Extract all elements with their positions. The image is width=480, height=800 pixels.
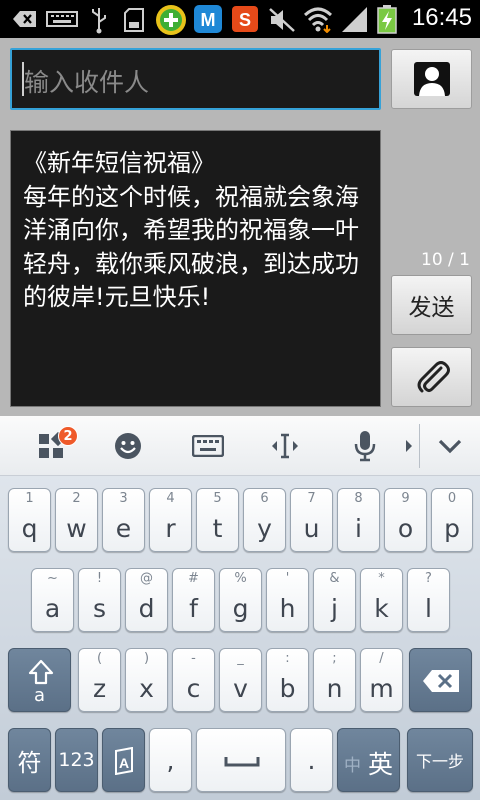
sd-card-icon [124,8,144,32]
status-bar: M S 16:45 [0,0,480,38]
shift-icon [28,659,54,685]
key-h[interactable]: ' h [266,568,309,632]
key-m[interactable]: / m [360,648,403,712]
voice-input-button[interactable] [340,416,390,476]
more-button[interactable] [402,416,416,476]
hide-keyboard-button[interactable] [428,416,472,476]
keyboard: 1q 2w 3e 4r 5t 6y 7u 8i 9o 0p ~ a ! s @ d #… [0,476,480,800]
mute-icon [269,8,295,32]
key-y[interactable]: 6y [243,488,286,552]
keyboard-icon [46,11,78,27]
key-w[interactable]: 2w [55,488,98,552]
key-l[interactable]: ? l [407,568,450,632]
microphone-icon [354,431,376,462]
key-j[interactable]: & j [313,568,356,632]
emoji-icon [115,433,141,459]
key-x[interactable]: ) x [125,648,168,712]
hide-keyboard-icon [438,439,462,454]
key-e[interactable]: 3e [102,488,145,552]
key-u[interactable]: 7u [290,488,333,552]
period-key[interactable]: . [290,728,333,792]
back-icon [13,11,36,27]
backspace-key[interactable] [409,648,472,712]
security-app-icon [156,5,186,35]
shift-key[interactable]: a [8,648,71,712]
m-app-icon: M [194,5,222,33]
apps-button[interactable]: 2 [24,416,78,476]
keyboard-switch-icon [192,435,224,457]
compose-area: 输入收件人 《新年短信祝福》 每年的这个时候，祝福就会象海洋涌向你，希望我的祝福… [0,38,480,416]
svg-text:A: A [119,755,129,771]
clock: 16:45 [411,4,472,31]
character-counter: 10 / 1 [421,250,470,270]
keyboard-switch-button[interactable] [182,416,234,476]
key-v[interactable]: _ v [219,648,262,712]
lang-chinese: 中 [344,756,361,776]
symbol-key[interactable]: 符 [8,728,51,792]
key-p[interactable]: 0p [431,488,473,552]
language-switch-key[interactable]: 中 英 [337,728,400,792]
message-input[interactable]: 《新年短信祝福》 每年的这个时候，祝福就会象海洋涌向你，希望我的祝福象一叶轻舟，… [10,130,381,407]
svg-text:S: S [239,10,251,30]
next-key[interactable]: 下一步 [407,728,473,792]
lang-english: 英 [368,750,394,779]
key-b[interactable]: :b [266,648,309,712]
key-g[interactable]: % g [219,568,262,632]
signal-icon [342,7,367,32]
recipient-placeholder: 输入收件人 [24,68,150,97]
number-key[interactable]: 123 [55,728,98,792]
s-app-icon: S [232,6,258,32]
contacts-button[interactable] [391,49,472,109]
space-key[interactable] [196,728,286,792]
key-i[interactable]: 8i [337,488,380,552]
svg-text:M: M [201,10,216,30]
key-r[interactable]: 4r [149,488,192,552]
message-text: 《新年短信祝福》 每年的这个时候，祝福就会象海洋涌向你，希望我的祝福象一叶轻舟，… [23,149,359,311]
comma-key[interactable]: , [149,728,192,792]
battery-charging-icon [377,5,397,34]
usb-icon [92,8,106,34]
wifi-icon [303,7,333,33]
contact-icon [414,62,450,96]
key-s[interactable]: ! s [78,568,121,632]
emoji-button[interactable] [104,416,152,476]
more-arrow-icon [406,440,412,452]
paperclip-icon [417,361,450,393]
keyboard-toolbar: 2 [0,416,480,476]
key-k[interactable]: * k [360,568,403,632]
key-d[interactable]: @ d [125,568,168,632]
input-method-key[interactable]: A [102,728,145,792]
cursor-icon [272,433,298,459]
toolbar-divider [419,424,420,468]
attach-button[interactable] [391,347,472,407]
key-o[interactable]: 9o [384,488,427,552]
cursor-button[interactable] [260,416,310,476]
key-n[interactable]: ; n [313,648,356,712]
recipient-input[interactable]: 输入收件人 [10,48,381,110]
key-f[interactable]: # f [172,568,215,632]
notification-badge: 2 [58,426,78,446]
input-method-icon: A [115,747,133,775]
key-a[interactable]: ~ a [31,568,74,632]
send-button[interactable]: 发送 [391,275,472,335]
key-z[interactable]: (z [78,648,121,712]
backspace-icon [423,670,459,692]
key-q[interactable]: 1q [8,488,51,552]
key-c[interactable]: -c [172,648,215,712]
space-icon [224,757,260,767]
key-t[interactable]: 5t [196,488,239,552]
